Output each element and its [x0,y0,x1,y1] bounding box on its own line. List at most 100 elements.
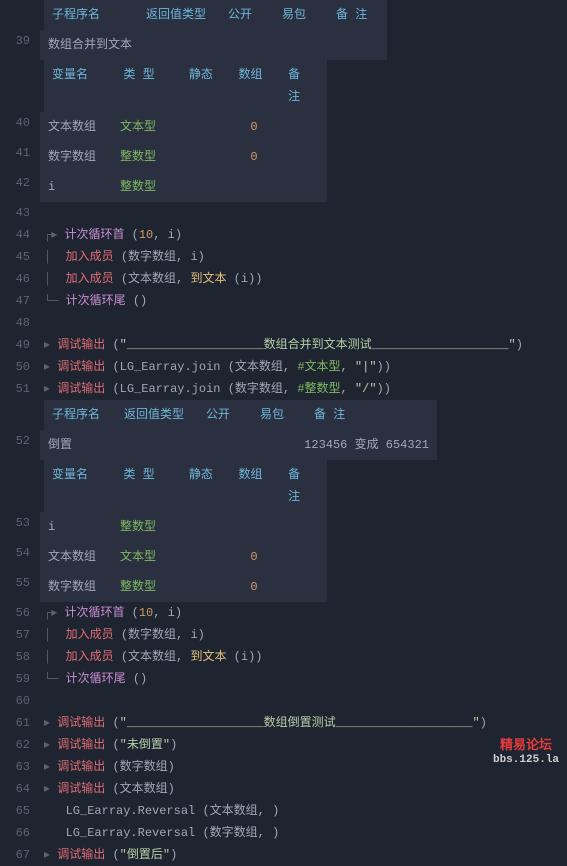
code-line: 44 ┌▸ 计次循环首 (10, i) [0,224,567,246]
code-line: 39 数组合并到文本 [0,30,567,60]
loop-count: 10 [139,228,153,242]
line-number: 61 [0,712,40,734]
col-public: 公开 [228,4,268,26]
code-line: 54 文本数组 文本型 0 [0,542,567,572]
var-row: i 整数型 [40,512,327,542]
line-number: 64 [0,778,40,800]
line-number: 56 [0,602,40,624]
line-number: 43 [0,202,40,224]
string-literal: "___________________数组合并到文本测试___________… [120,338,516,352]
call-totext: 到文本 [190,272,226,286]
loop-head: 计次循环首 [64,228,124,242]
var-arr: 0 [236,146,272,168]
var-row: 数字数组 整数型 0 [40,142,327,172]
line-number: 50 [0,356,40,378]
line-number: 55 [0,572,40,594]
table-row: 子程序名 返回值类型 公开 易包 备 注 [52,4,379,26]
var-arr: 0 [236,116,272,138]
code-line: 56 ┌▸ 计次循环首 (10, i) [0,602,567,624]
watermark-title: 精易论坛 [493,738,559,753]
line-number: 39 [0,30,40,52]
var-type: 整数型 [120,146,172,168]
var-type: 文本型 [120,116,172,138]
col-epack: 易包 [282,4,322,26]
code-line: 52 倒置 123456 变成 654321 [0,430,567,460]
loop-tail: 计次循环尾 [66,294,126,308]
line-number: 53 [0,512,40,534]
call-addmember: 加入成员 [66,272,114,286]
sub-header-table-2: 子程序名 返回值类型 公开 易包 备 注 [44,400,437,430]
code-line: 45 │ 加入成员 (数字数组, i) [0,246,567,268]
line-number: 45 [0,246,40,268]
code-line: 57 │ 加入成员 (数字数组, i) [0,624,567,646]
code-line: 55 数字数组 整数型 0 [0,572,567,602]
line-number: 47 [0,290,40,312]
line-number: 51 [0,378,40,400]
var-name: 数字数组 [48,146,106,168]
hash-type: #文本型 [297,360,340,374]
call-addmember: 加入成员 [66,250,114,264]
line-number: 49 [0,334,40,356]
line-number: 52 [0,430,40,452]
code-line: 47 └─ 计次循环尾 () [0,290,567,312]
code-line: 59 └─ 计次循环尾 () [0,668,567,690]
line-number: 44 [0,224,40,246]
sub-note: 123456 变成 654321 [304,434,429,456]
var-row: i 整数型 [40,172,327,202]
col-subname: 子程序名 [52,4,132,26]
var-name: i [48,176,106,198]
col-array: 数组 [239,64,275,108]
code-line: 51 ▸ 调试输出 (LG_Earray.join (数字数组, #整数型, "… [0,378,567,400]
code-line: 50 ▸ 调试输出 (LG_Earray.join (文本数组, #文本型, "… [0,356,567,378]
line-number: 41 [0,142,40,164]
code-line: 63 ▸ 调试输出 (数字数组) [0,756,567,778]
var-row: 文本数组 文本型 0 [40,542,327,572]
code-line: 46 │ 加入成员 (文本数组, 到文本 (i)) [0,268,567,290]
watermark: 精易论坛 bbs.125.la [493,738,559,768]
sub-name: 倒置 [48,434,72,456]
var-type: 整数型 [120,176,172,198]
code-line: 41 数字数组 整数型 0 [0,142,567,172]
var-header-table-2: 变量名 类 型 静态 数组 备 注 [44,460,327,512]
line-number: 63 [0,756,40,778]
col-remark: 备 注 [336,4,367,26]
code-line: 48 [0,312,567,334]
loop-var: i [168,228,175,242]
var-row: 数字数组 整数型 0 [40,572,327,602]
code-line: 49 ▸ 调试输出 ("___________________数组合并到文本测试… [0,334,567,356]
table-row: 变量名 类 型 静态 数组 备 注 [52,64,319,108]
code-line: 66 LG_Earray.Reversal (数字数组, ) [0,822,567,844]
hash-type: #整数型 [297,382,340,396]
line-number: 62 [0,734,40,756]
line-number: 59 [0,668,40,690]
line-number: 48 [0,312,40,334]
call-debugout: 调试输出 [57,338,105,352]
code-line: 42 i 整数型 [0,172,567,202]
line-number: 65 [0,800,40,822]
col-varname: 变量名 [52,64,109,108]
col-static: 静态 [189,64,225,108]
code-line: 53 i 整数型 [0,512,567,542]
code-line: 58 │ 加入成员 (文本数组, 到文本 (i)) [0,646,567,668]
watermark-url: bbs.125.la [493,753,559,768]
table-row: 变量名 类 型 静态 数组 备 注 [52,464,319,508]
line-number: 60 [0,690,40,712]
call-reversal: Reversal [138,804,196,818]
line-number: 66 [0,822,40,844]
var-row: 文本数组 文本型 0 [40,112,327,142]
code-line: 67 ▸ 调试输出 ("倒置后") [0,844,567,866]
col-remark: 备 注 [288,64,319,108]
sub-name-row: 数组合并到文本 [40,30,387,60]
line-number: 42 [0,172,40,194]
var-header-table-1: 变量名 类 型 静态 数组 备 注 [44,60,327,112]
code-line: 43 [0,202,567,224]
line-number: 57 [0,624,40,646]
line-number: 46 [0,268,40,290]
col-rettype: 返回值类型 [146,4,214,26]
sub-header-table-1: 子程序名 返回值类型 公开 易包 备 注 [44,0,387,30]
code-line: 61 ▸ 调试输出 ("___________________数组倒置测试___… [0,712,567,734]
line-number: 58 [0,646,40,668]
table-row: 子程序名 返回值类型 公开 易包 备 注 [52,404,429,426]
code-line: 60 [0,690,567,712]
line-number: 54 [0,542,40,564]
